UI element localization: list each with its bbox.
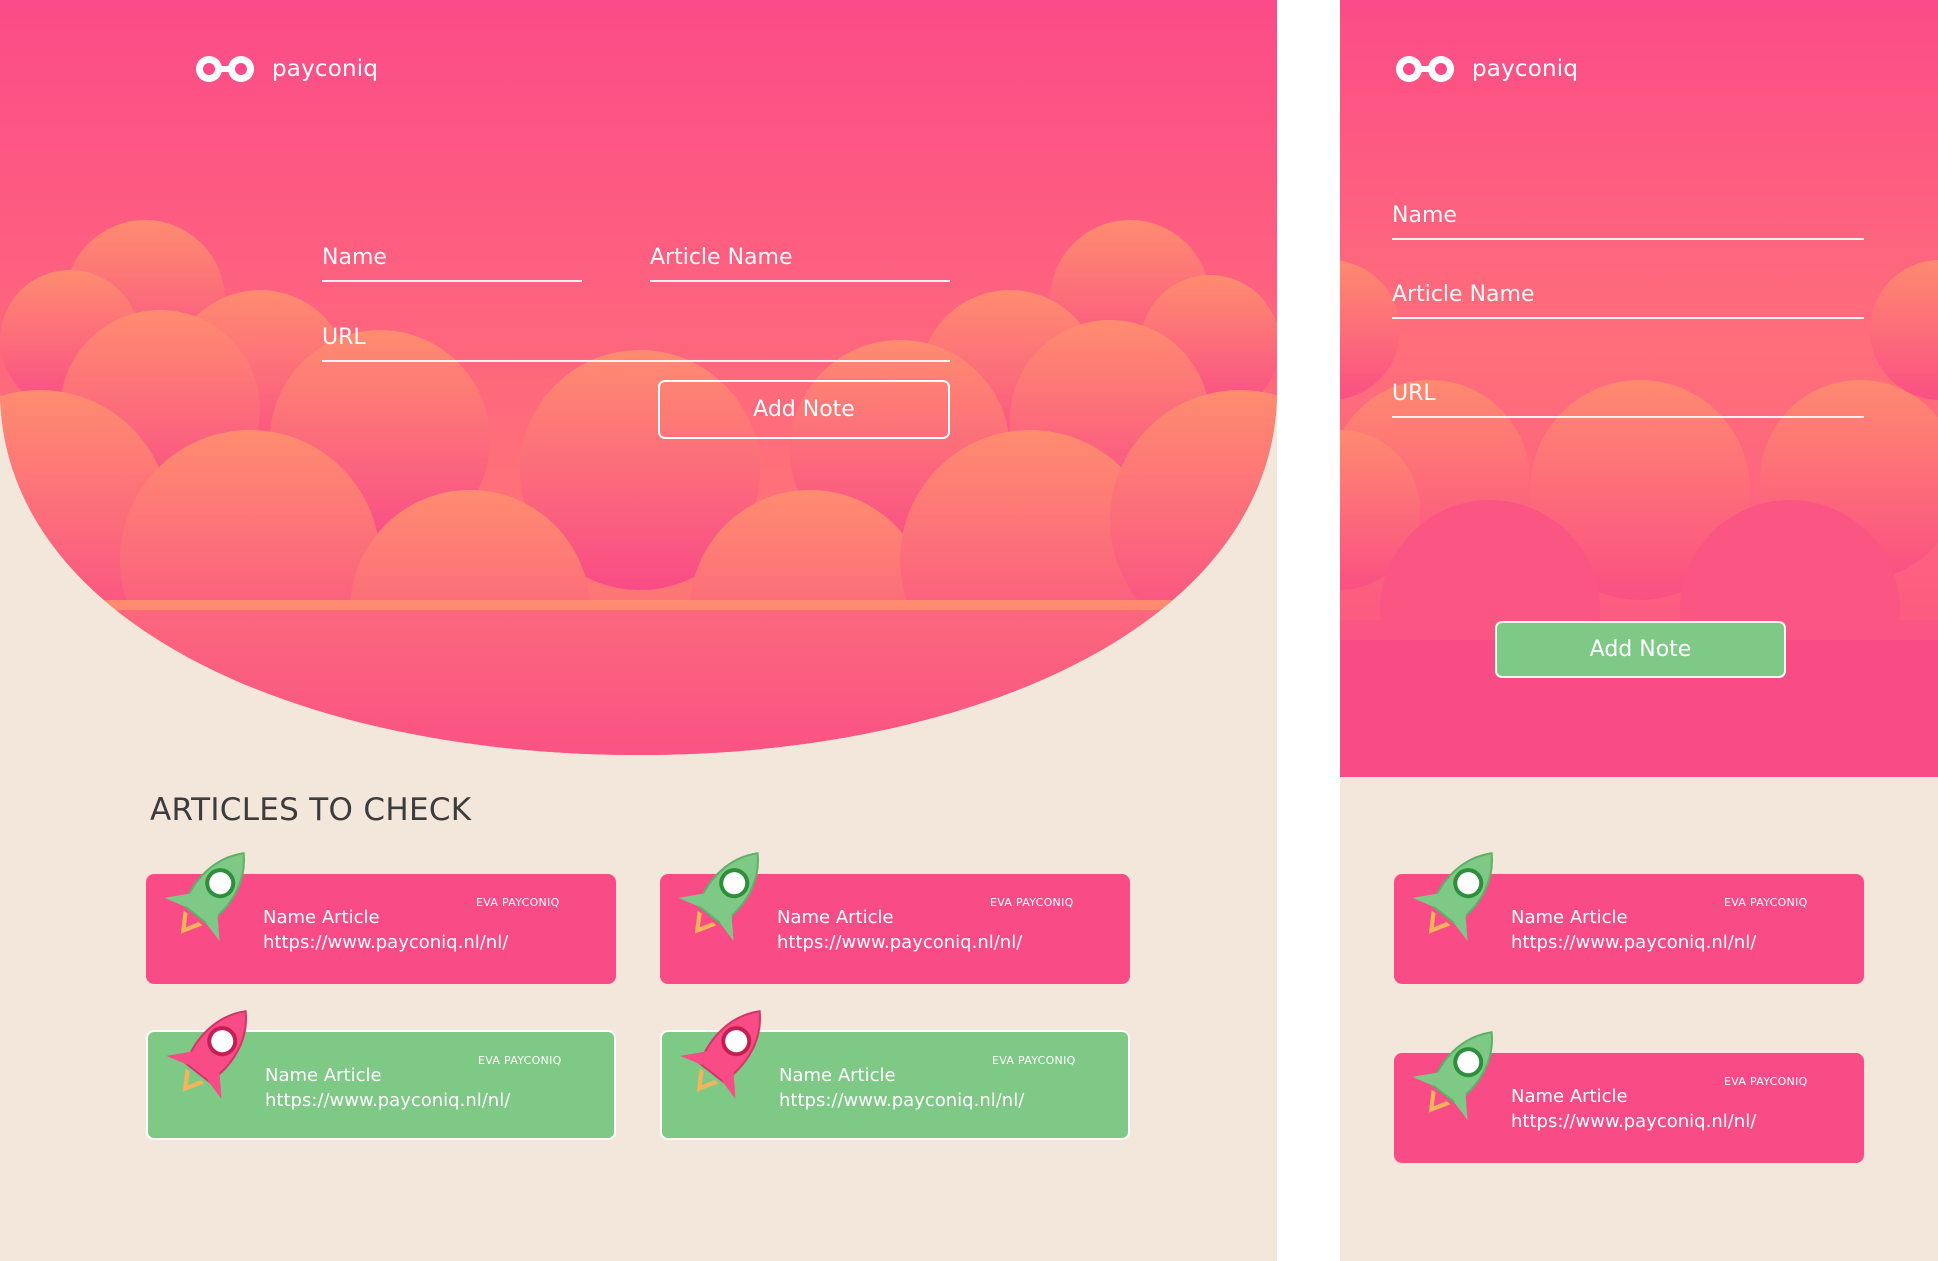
article-name: Name Article (1511, 907, 1628, 928)
article-name-field[interactable] (1392, 277, 1864, 319)
article-author: EVA PAYCONIQ (1724, 896, 1808, 909)
article-name-field[interactable] (650, 240, 950, 282)
article-name: Name Article (1511, 1086, 1628, 1107)
rocket-icon (1412, 1031, 1493, 1120)
article-card[interactable]: EVA PAYCONIQ Name Article https://www.pa… (660, 852, 1130, 984)
url-field[interactable] (322, 320, 950, 362)
article-author: EVA PAYCONIQ (992, 1054, 1076, 1067)
rocket-icon (166, 1010, 247, 1099)
article-url-link[interactable]: https://www.payconiq.nl/nl/ (265, 1090, 510, 1111)
url-input[interactable] (322, 325, 950, 350)
brand-name: payconiq (1472, 56, 1579, 82)
article-name: Name Article (777, 907, 894, 928)
hero-clouds-background (0, 0, 1277, 755)
article-card[interactable]: EVA PAYCONIQ Name Article https://www.pa… (146, 1010, 616, 1140)
article-card[interactable]: EVA PAYCONIQ Name Article https://www.pa… (146, 852, 616, 984)
article-card[interactable]: EVA PAYCONIQ Name Article https://www.pa… (1394, 852, 1864, 984)
article-url-link[interactable]: https://www.payconiq.nl/nl/ (1511, 932, 1756, 953)
article-name: Name Article (263, 907, 380, 928)
article-url-link[interactable]: https://www.payconiq.nl/nl/ (263, 932, 508, 953)
section-title: ARTICLES TO CHECK (150, 792, 472, 828)
mobile-panel: payconiq Add Note EVA PAYCONIQ Name Arti… (1340, 0, 1938, 1261)
article-author: EVA PAYCONIQ (476, 896, 560, 909)
infinity-icon (196, 56, 255, 82)
rocket-icon (680, 1010, 761, 1099)
add-note-button[interactable]: Add Note (658, 380, 950, 439)
article-url-link[interactable]: https://www.payconiq.nl/nl/ (777, 932, 1022, 953)
brand-logo[interactable]: payconiq (1392, 52, 1578, 86)
article-card[interactable]: EVA PAYCONIQ Name Article https://www.pa… (660, 1010, 1130, 1140)
name-field[interactable] (322, 240, 582, 282)
article-name-input[interactable] (650, 245, 950, 270)
infinity-icon (1396, 56, 1455, 82)
brand-logo[interactable]: payconiq (192, 52, 378, 86)
brand-name: payconiq (272, 56, 379, 82)
url-input[interactable] (1392, 381, 1864, 406)
article-author: EVA PAYCONIQ (1724, 1075, 1808, 1088)
article-card[interactable]: EVA PAYCONIQ Name Article https://www.pa… (1394, 1031, 1864, 1163)
rocket-icon (678, 852, 759, 941)
rocket-icon (164, 852, 245, 941)
add-note-button[interactable]: Add Note (1495, 621, 1786, 678)
name-field[interactable] (1392, 198, 1864, 240)
url-field[interactable] (1392, 376, 1864, 418)
name-input[interactable] (322, 245, 582, 270)
rocket-icon (1412, 852, 1493, 941)
article-name-input[interactable] (1392, 282, 1864, 307)
article-author: EVA PAYCONIQ (990, 896, 1074, 909)
article-name: Name Article (265, 1065, 382, 1086)
desktop-panel: payconiq Add Note ARTICLES TO CHECK EVA … (0, 0, 1277, 1261)
article-url-link[interactable]: https://www.payconiq.nl/nl/ (779, 1090, 1024, 1111)
article-name: Name Article (779, 1065, 896, 1086)
name-input[interactable] (1392, 203, 1864, 228)
article-url-link[interactable]: https://www.payconiq.nl/nl/ (1511, 1111, 1756, 1132)
article-author: EVA PAYCONIQ (478, 1054, 562, 1067)
